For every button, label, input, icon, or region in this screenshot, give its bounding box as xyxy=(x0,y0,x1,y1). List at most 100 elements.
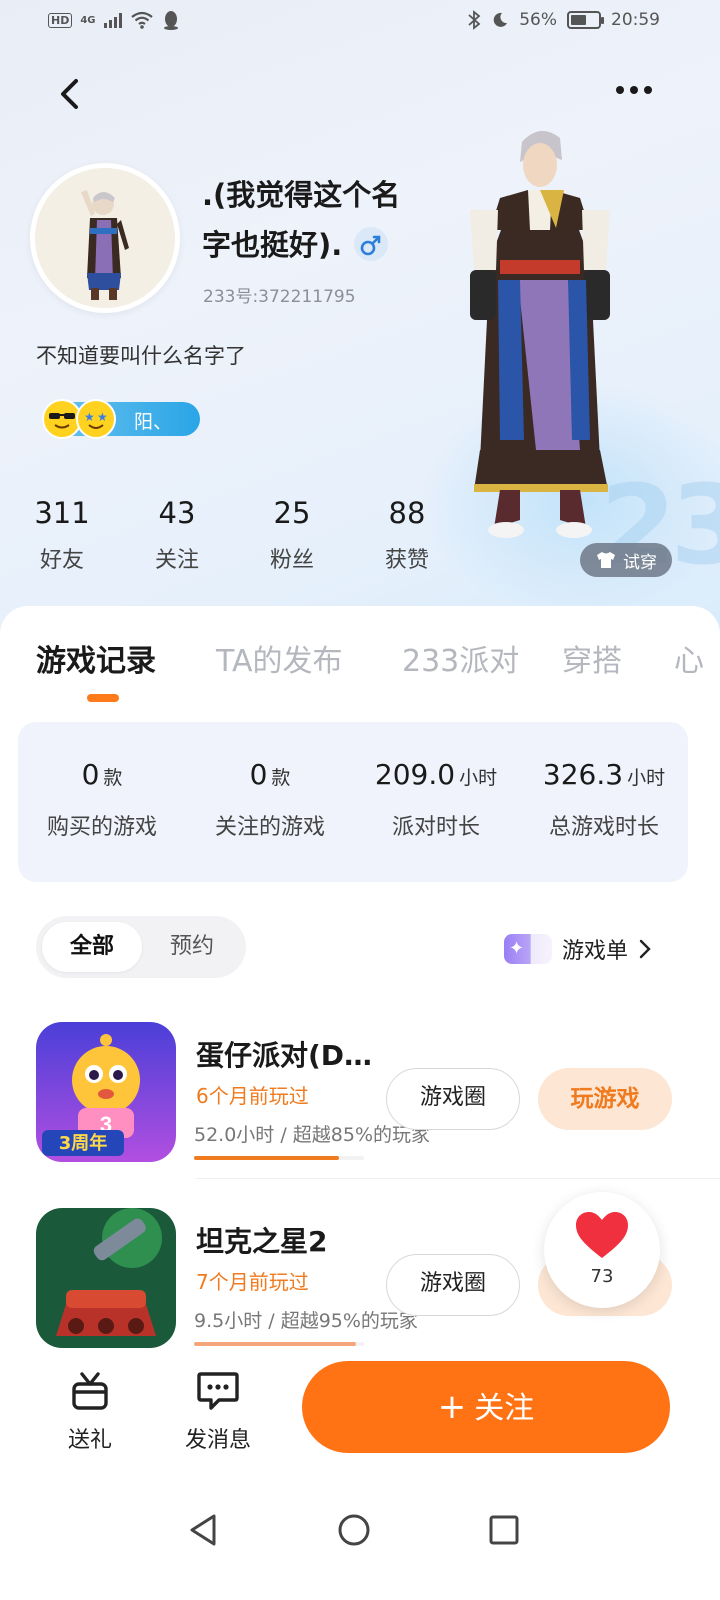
game-list-link[interactable]: 游戏单 xyxy=(504,932,652,966)
tab-more[interactable]: 心 xyxy=(674,636,704,680)
filter-reserved[interactable]: 预约 xyxy=(142,922,242,972)
stat-label: 获赞 xyxy=(384,548,429,573)
game-title: 蛋仔派对(D… xyxy=(196,1039,373,1072)
nav-home-icon[interactable] xyxy=(336,1512,372,1548)
like-count: 73 xyxy=(590,1266,614,1287)
game-progress-track xyxy=(194,1342,364,1346)
profile-name: .(我觉得这个名字也挺好). xyxy=(202,170,422,270)
summary-unit: 小时 xyxy=(627,767,666,789)
stat-friends[interactable]: 311 好友 xyxy=(12,496,112,574)
gift-icon xyxy=(72,1372,108,1410)
tab-233-party[interactable]: 233派对 xyxy=(402,636,519,680)
plus-icon: + xyxy=(437,1387,467,1427)
gender-male-icon xyxy=(354,227,389,261)
game-progress-bar xyxy=(194,1156,339,1160)
summary-value: 0 xyxy=(81,758,100,791)
game-progress-bar xyxy=(194,1342,356,1346)
summary-label: 购买的游戏 xyxy=(46,815,157,840)
follow-label: 关注 xyxy=(474,1391,535,1426)
gift-button[interactable]: 送礼 xyxy=(40,1368,140,1454)
signal-icon xyxy=(103,12,122,28)
tab-active-indicator xyxy=(87,694,119,702)
user-id: 233号:372211795 xyxy=(203,287,356,307)
game-hours-value: 52.0小时 xyxy=(194,1124,275,1146)
stat-value: 25 xyxy=(273,496,311,530)
character-avatar-3d[interactable] xyxy=(440,120,640,540)
message-button[interactable]: 发消息 xyxy=(168,1368,268,1454)
svg-text:★: ★ xyxy=(97,410,108,424)
follow-button[interactable]: + 关注 xyxy=(302,1361,670,1453)
nav-recents-icon[interactable] xyxy=(486,1512,522,1548)
list-divider xyxy=(196,1178,720,1179)
stat-fans[interactable]: 25 粉丝 xyxy=(242,496,342,574)
heart-icon xyxy=(576,1212,628,1258)
game-icon-eggy-party[interactable]: 3 3周年 xyxy=(36,1022,176,1162)
back-button[interactable] xyxy=(52,74,92,114)
shirt-icon xyxy=(597,552,615,568)
game-hours-value: 9.5小时 xyxy=(194,1310,263,1332)
game-rank: 超越95%的玩家 xyxy=(280,1310,418,1332)
stat-value: 43 xyxy=(158,496,196,530)
game-summary-card: 0 款购买的游戏 0 款关注的游戏 209.0 小时 派对时长 326.3 小时 总游戏时长 xyxy=(18,722,688,882)
tab-outfits[interactable]: 穿搭 xyxy=(562,636,622,680)
play-game-button[interactable]: 玩游戏 xyxy=(538,1068,672,1130)
message-label: 发消息 xyxy=(184,1428,251,1453)
summary-purchased: 0 款购买的游戏 xyxy=(18,758,186,841)
summary-label: 派对时长 xyxy=(391,815,480,840)
summary-total-time: 326.3 小时 总游戏时长 xyxy=(520,758,688,841)
more-options-button[interactable] xyxy=(616,86,652,94)
summary-label: 关注的游戏 xyxy=(214,815,325,840)
network-type: 4G xyxy=(80,14,96,26)
stat-following[interactable]: 43 关注 xyxy=(127,496,227,574)
bio: 不知道要叫什么名字了 xyxy=(36,344,246,368)
moon-icon xyxy=(493,12,508,27)
wifi-icon xyxy=(130,11,153,29)
summary-value: 326.3 xyxy=(542,758,624,791)
tab-ta-posts[interactable]: TA的发布 xyxy=(216,636,343,680)
system-navigation-bar xyxy=(0,1468,720,1600)
game-play-stats: 9.5小时 / 超越95%的玩家 xyxy=(194,1310,418,1332)
game-circle-button[interactable]: 游戏圈 xyxy=(386,1254,520,1316)
stat-label: 好友 xyxy=(39,548,84,573)
tab-game-records[interactable]: 游戏记录 xyxy=(36,636,156,680)
bluetooth-icon xyxy=(468,10,481,30)
svg-text:★: ★ xyxy=(84,410,95,424)
chevron-right-icon xyxy=(639,939,651,959)
qq-icon xyxy=(163,11,178,30)
summary-unit: 款 xyxy=(271,767,291,789)
stat-label: 关注 xyxy=(154,548,199,573)
battery-icon xyxy=(567,11,604,29)
summary-value: 209.0 xyxy=(374,758,456,791)
star-eyes-emoji-icon: ★ ★ xyxy=(76,399,116,439)
game-last-played: 7个月前玩过 xyxy=(196,1270,309,1294)
game-progress-track xyxy=(194,1156,364,1160)
medal-badge[interactable]: ★ ★ 阳、 xyxy=(42,399,200,439)
game-icon-badge-text: 3周年 xyxy=(59,1132,108,1154)
game-play-stats: 52.0小时 / 超越85%的玩家 xyxy=(194,1124,431,1146)
nav-back-icon[interactable] xyxy=(186,1512,222,1548)
try-on-label: 试穿 xyxy=(623,552,657,573)
game-row[interactable]: 3 3周年 蛋仔派对(D… 6个月前玩过 52.0小时 / 超越85%的玩家 游… xyxy=(0,1022,720,1182)
stat-value: 311 xyxy=(34,496,90,530)
summary-followed: 0 款关注的游戏 xyxy=(186,758,354,841)
medal-text: 阳、 xyxy=(134,411,173,433)
summary-unit: 款 xyxy=(103,767,123,789)
avatar-character-image xyxy=(35,168,175,308)
filter-all[interactable]: 全部 xyxy=(42,922,142,972)
try-on-button[interactable]: 试穿 xyxy=(580,543,672,577)
summary-party-time: 209.0 小时 派对时长 xyxy=(352,758,520,841)
summary-value: 0 xyxy=(249,758,268,791)
game-circle-button[interactable]: 游戏圈 xyxy=(386,1068,520,1130)
battery-percent: 56% xyxy=(519,10,557,30)
game-title: 坦克之星2 xyxy=(196,1225,328,1258)
game-last-played: 6个月前玩过 xyxy=(196,1084,309,1108)
clock: 20:59 xyxy=(611,10,660,30)
avatar[interactable] xyxy=(30,163,180,313)
game-icon-tank-stars[interactable] xyxy=(36,1208,176,1348)
gift-label: 送礼 xyxy=(67,1428,112,1453)
game-filter: 全部 预约 xyxy=(36,916,246,978)
bottom-action-bar: 送礼 发消息 + 关注 xyxy=(0,1350,720,1468)
like-button[interactable]: 73 xyxy=(544,1192,660,1308)
chevron-left-icon xyxy=(61,79,78,109)
chat-icon xyxy=(197,1372,239,1410)
